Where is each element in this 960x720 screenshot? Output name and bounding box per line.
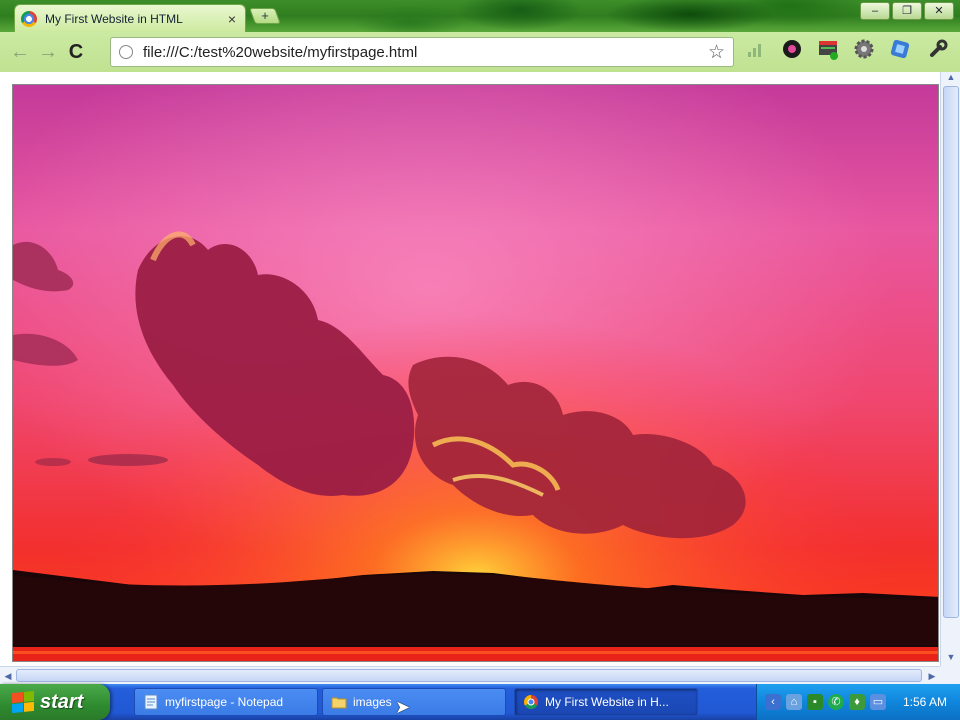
scroll-down-arrow-icon[interactable]: ▼ [941, 652, 960, 666]
circle-extension-icon[interactable] [778, 38, 806, 66]
taskbar-label-images: images [353, 695, 392, 709]
scrollbar-corner [940, 666, 960, 684]
signal-bars-icon[interactable] [742, 38, 770, 66]
sunset-illustration [13, 85, 938, 661]
whatsapp-icon[interactable]: ✆ [828, 694, 844, 710]
gear-icon[interactable] [850, 38, 878, 66]
minimize-button[interactable]: – [860, 2, 890, 20]
taskbar-button-images[interactable]: images [322, 688, 506, 716]
tray-app-icon[interactable]: ▪ [807, 694, 823, 710]
windows-flag-icon [12, 690, 34, 714]
url-text[interactable]: file:///C:/test%20website/myfirstpage.ht… [143, 44, 708, 61]
tab-close-icon[interactable]: × [225, 11, 239, 27]
taskbar-button-chrome[interactable]: My First Website in H... [514, 688, 698, 716]
wrench-icon[interactable] [924, 38, 952, 66]
close-button[interactable]: ✕ [924, 2, 954, 20]
network-icon[interactable]: ⌂ [786, 694, 802, 710]
notepad-icon [144, 694, 158, 710]
start-label: start [40, 690, 84, 713]
horizontal-scroll-thumb[interactable] [16, 669, 922, 682]
page-icon [119, 45, 133, 59]
puzzle-extension-icon[interactable] [886, 38, 914, 66]
chrome-favicon-icon [21, 10, 37, 27]
clock: 1:56 AM [903, 695, 948, 709]
page-viewport: ▲ ▼ ◀ ▶ [0, 72, 960, 684]
maximize-button[interactable]: ❐ [892, 2, 922, 20]
plus-icon: + [261, 8, 269, 23]
shield-icon[interactable]: ♦ [849, 694, 865, 710]
bookmark-star-icon[interactable]: ☆ [708, 41, 725, 64]
address-bar[interactable]: file:///C:/test%20website/myfirstpage.ht… [110, 37, 734, 67]
back-button[interactable]: ← [6, 38, 34, 66]
horizontal-scrollbar[interactable]: ◀ ▶ [0, 666, 940, 684]
scroll-right-arrow-icon[interactable]: ▶ [925, 668, 939, 684]
tray-expand-icon[interactable]: ‹ [765, 694, 781, 710]
vertical-scrollbar[interactable]: ▲ ▼ [940, 72, 960, 666]
window-controls: – ❐ ✕ [860, 2, 954, 20]
windows-taskbar: start myfirstpage - Notepad images My Fi… [0, 684, 960, 720]
sunset-image [12, 84, 939, 662]
taskbar-label-notepad: myfirstpage - Notepad [165, 695, 284, 709]
reload-button[interactable]: C [62, 38, 90, 66]
browser-toolbar: ← → C file:///C:/test%20website/myfirstp… [0, 32, 960, 72]
taskbar-label-chrome: My First Website in H... [545, 695, 669, 709]
mouse-cursor-icon: ➤ [395, 697, 411, 717]
taskbar-button-notepad[interactable]: myfirstpage - Notepad [134, 688, 318, 716]
folder-icon [331, 697, 347, 709]
browser-tab[interactable]: My First Website in HTML × [14, 4, 246, 32]
system-tray: ‹ ⌂ ▪ ✆ ♦ ▭ 1:56 AM [756, 684, 960, 720]
browser-titlebar: My First Website in HTML × + – ❐ ✕ [0, 0, 960, 32]
vertical-scroll-thumb[interactable] [943, 86, 959, 618]
monitor-icon[interactable]: ▭ [870, 694, 886, 710]
scroll-up-arrow-icon[interactable]: ▲ [941, 72, 960, 86]
window-extension-icon[interactable] [814, 38, 842, 66]
chrome-icon [524, 695, 538, 709]
scroll-left-arrow-icon[interactable]: ◀ [1, 668, 15, 684]
tab-title: My First Website in HTML [45, 11, 183, 26]
start-button[interactable]: start [0, 684, 110, 720]
new-tab-button[interactable]: + [249, 8, 281, 24]
forward-button[interactable]: → [34, 38, 62, 66]
